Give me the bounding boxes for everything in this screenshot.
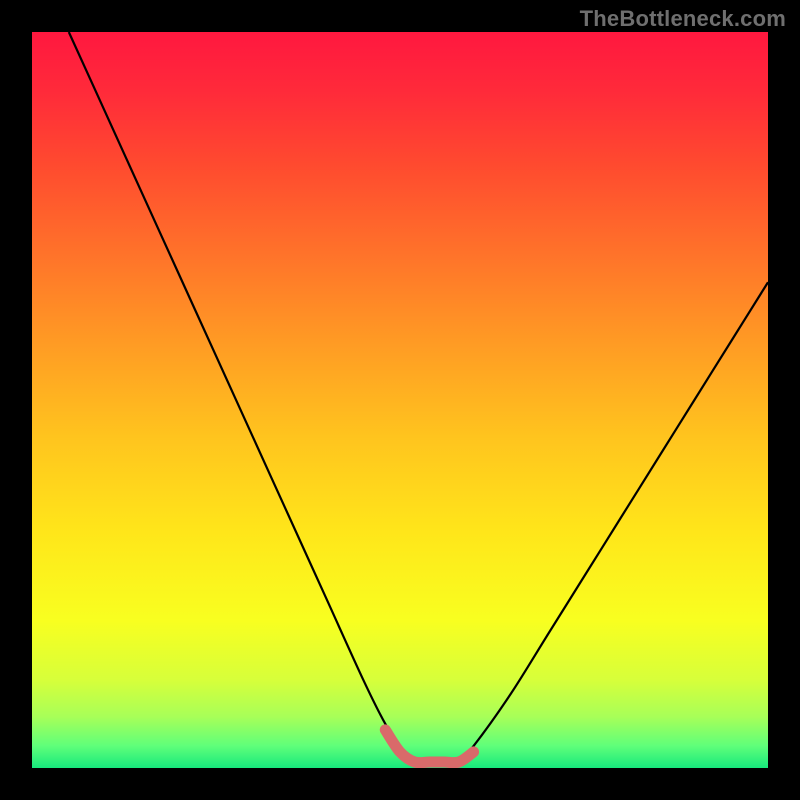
gradient-background	[32, 32, 768, 768]
chart-frame: TheBottleneck.com	[0, 0, 800, 800]
plot-area	[32, 32, 768, 768]
bottleneck-chart	[32, 32, 768, 768]
watermark-text: TheBottleneck.com	[580, 6, 786, 32]
